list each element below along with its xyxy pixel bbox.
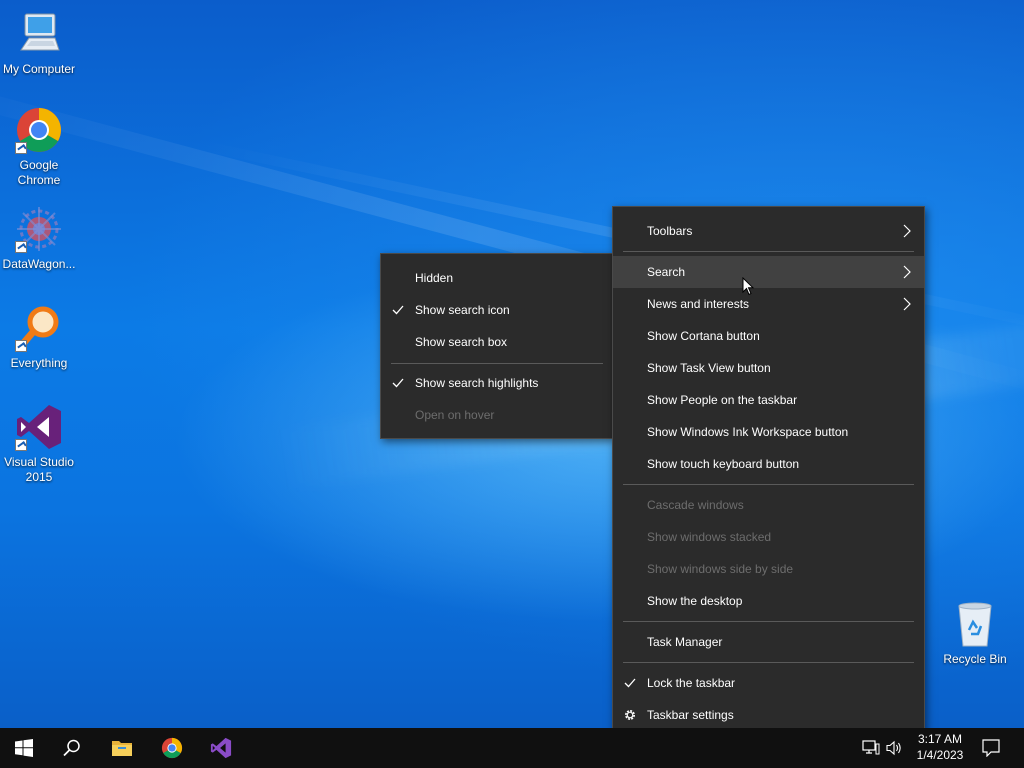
menu-item-show-the-desktop[interactable]: Show the desktop (613, 585, 924, 617)
search-icon (63, 739, 80, 757)
chevron-right-icon (903, 265, 911, 279)
desktop-icon-datawagon[interactable]: DataWagon... (0, 205, 78, 272)
menu-item-label: Hidden (415, 271, 454, 285)
start-button[interactable] (0, 728, 48, 768)
mouse-cursor-icon (742, 277, 754, 296)
taskbar-visual-studio[interactable] (197, 728, 245, 768)
menu-item-label: Taskbar settings (647, 708, 734, 722)
menu-item-show-task-view-button[interactable]: Show Task View button (613, 352, 924, 384)
menu-item-label: Show People on the taskbar (647, 393, 798, 407)
menu-item-show-windows-stacked: Show windows stacked (613, 521, 924, 553)
menu-item-show-cortana-button[interactable]: Show Cortana button (613, 320, 924, 352)
submenu-item-show-search-box[interactable]: Show search box (381, 326, 613, 358)
checkmark-icon (392, 305, 404, 315)
taskbar-chrome[interactable] (148, 728, 196, 768)
menu-item-label: Cascade windows (647, 498, 744, 512)
clock-date: 1/4/2023 (916, 748, 964, 762)
datawagon-icon (15, 205, 63, 253)
desktop-icon-label: DataWagon... (2, 257, 76, 271)
menu-item-cascade-windows: Cascade windows (613, 489, 924, 521)
menu-item-label: Toolbars (647, 224, 693, 238)
computer-icon (15, 10, 63, 58)
action-center-button[interactable] (974, 728, 1008, 768)
checkmark-icon (624, 678, 636, 688)
shortcut-arrow-icon (15, 439, 27, 451)
desktop-icon-label: Everything (10, 356, 68, 370)
checkmark-icon (392, 378, 404, 388)
desktop-icon-google-chrome[interactable]: Google Chrome (0, 106, 78, 188)
menu-item-task-manager[interactable]: Task Manager (613, 626, 924, 658)
shortcut-arrow-icon (15, 241, 27, 253)
recycle-bin-icon (951, 600, 999, 648)
action-center-icon (982, 739, 1000, 757)
menu-item-label: Search (647, 265, 686, 279)
visual-studio-icon (210, 737, 232, 759)
taskbar-clock[interactable]: 3:17 AM 1/4/2023 (912, 731, 968, 763)
menu-item-label: Show windows stacked (647, 530, 772, 544)
chrome-icon (15, 106, 63, 154)
volume-icon[interactable] (886, 740, 902, 756)
menu-item-toolbars[interactable]: Toolbars (613, 215, 924, 247)
search-submenu: Hidden Show search icon Show search box … (380, 253, 614, 439)
menu-separator (623, 621, 914, 622)
desktop-icon-visual-studio[interactable]: Visual Studio 2015 (0, 403, 78, 485)
taskbar: 3:17 AM 1/4/2023 (0, 728, 1024, 768)
desktop-icon-my-computer[interactable]: My Computer (0, 10, 78, 77)
menu-item-label: Show touch keyboard button (647, 457, 800, 471)
submenu-item-hidden[interactable]: Hidden (381, 262, 613, 294)
search-button[interactable] (48, 728, 96, 768)
gear-icon (625, 710, 635, 720)
menu-separator (623, 662, 914, 663)
network-icon[interactable] (862, 740, 880, 756)
clock-time: 3:17 AM (917, 732, 963, 746)
taskbar-context-menu: Toolbars Search News and interests Show … (612, 206, 925, 739)
menu-item-show-windows-side-by-side: Show windows side by side (613, 553, 924, 585)
menu-item-show-people[interactable]: Show People on the taskbar (613, 384, 924, 416)
desktop-icon-recycle-bin[interactable]: Recycle Bin (936, 600, 1014, 667)
shortcut-arrow-icon (15, 142, 27, 154)
start-icon (15, 739, 33, 757)
menu-item-show-windows-ink[interactable]: Show Windows Ink Workspace button (613, 416, 924, 448)
chevron-right-icon (903, 224, 911, 238)
menu-item-search[interactable]: Search (613, 256, 924, 288)
submenu-item-open-on-hover: Open on hover (381, 399, 613, 431)
menu-item-label: Open on hover (415, 408, 495, 422)
menu-item-label: Show search icon (415, 303, 510, 317)
submenu-item-show-search-icon[interactable]: Show search icon (381, 294, 613, 326)
menu-item-label: Task Manager (647, 635, 723, 649)
menu-item-label: Lock the taskbar (647, 676, 736, 690)
chevron-right-icon (903, 297, 911, 311)
desktop-icon-label: Google Chrome (17, 158, 61, 187)
desktop-icon-label: Recycle Bin (943, 652, 1007, 666)
menu-separator (623, 484, 914, 485)
menu-item-taskbar-settings[interactable]: Taskbar settings (613, 699, 924, 731)
desktop-icon-label: My Computer (2, 62, 76, 76)
menu-item-label: Show windows side by side (647, 562, 794, 576)
menu-item-label: Show Task View button (647, 361, 771, 375)
chrome-icon (161, 737, 183, 759)
desktop-icon-label: Visual Studio 2015 (4, 455, 74, 484)
desktop-icon-everything[interactable]: Everything (0, 304, 78, 371)
menu-item-label: News and interests (647, 297, 750, 311)
menu-item-label: Show Windows Ink Workspace button (647, 425, 849, 439)
menu-item-label: Show search highlights (415, 376, 539, 390)
shortcut-arrow-icon (15, 340, 27, 352)
menu-separator (623, 251, 914, 252)
menu-item-lock-the-taskbar[interactable]: Lock the taskbar (613, 667, 924, 699)
menu-item-label: Show Cortana button (647, 329, 760, 343)
submenu-item-show-search-highlights[interactable]: Show search highlights (381, 367, 613, 399)
menu-item-news-and-interests[interactable]: News and interests (613, 288, 924, 320)
magnifier-icon (15, 304, 63, 352)
file-explorer-icon (112, 741, 132, 756)
visual-studio-icon (15, 403, 63, 451)
menu-item-label: Show search box (415, 335, 508, 349)
taskbar-file-explorer[interactable] (98, 728, 146, 768)
menu-item-label: Show the desktop (647, 594, 743, 608)
menu-item-show-touch-keyboard[interactable]: Show touch keyboard button (613, 448, 924, 480)
menu-separator (391, 363, 603, 364)
